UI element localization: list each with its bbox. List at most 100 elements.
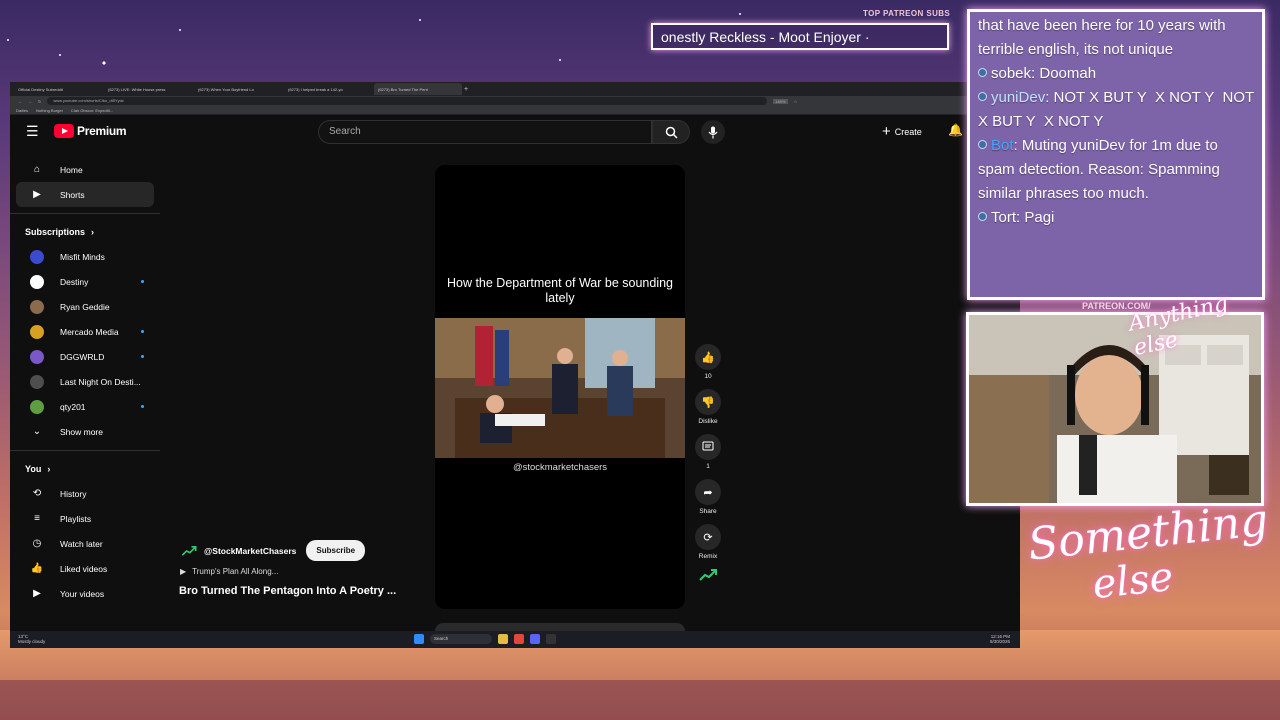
sidebar-item-watch-later[interactable]: ◷ Watch later xyxy=(16,531,154,556)
youtube-logo[interactable]: Premium xyxy=(54,124,127,138)
channel-avatar xyxy=(30,249,44,264)
chat-text: Doomah xyxy=(1039,65,1097,82)
top-patreon-label: TOP PATREON SUBS xyxy=(863,9,951,18)
file-explorer-icon[interactable] xyxy=(498,634,508,644)
windows-taskbar: 13°C Mostly cloudy Search 12:16 PM 8/30/… xyxy=(10,631,1020,648)
subscriptions-header[interactable]: Subscriptions › xyxy=(10,220,160,244)
browser-tab[interactable]: (6273) I helped break a 142-yo xyxy=(284,83,372,95)
share-icon: ➦ xyxy=(703,486,713,499)
search-button[interactable] xyxy=(652,120,690,144)
chat-message: sobek: Doomah xyxy=(978,62,1254,86)
system-clock[interactable]: 12:16 PM 8/30/2026 xyxy=(990,634,1010,644)
back-icon[interactable]: ← xyxy=(18,99,22,104)
browser-window: Official Destiny Subreddit (6273) LIVE: … xyxy=(10,82,1020,648)
discord-icon[interactable] xyxy=(530,634,540,644)
chat-text: that have been here for 10 years with te… xyxy=(978,17,1226,58)
sidebar-subscription-item[interactable]: Last Night On Desti... xyxy=(16,369,154,394)
chat-message: yuniDev: NOT X BUT Y X NOT Y NOT X BUT Y… xyxy=(978,89,1254,130)
url-field[interactable]: www.youtube.com/shorts/Cibo_dt5Yydc xyxy=(47,97,768,105)
youtube-header: ☰ Premium Search + Create 🔔 xyxy=(10,115,1020,155)
bookmark-item[interactable]: Dailies xyxy=(16,108,28,113)
sidebar-subscription-item[interactable]: Ryan Geddie xyxy=(16,294,154,319)
like-action[interactable]: 👍 10 xyxy=(693,344,723,380)
comments-action[interactable]: 1 xyxy=(693,434,723,470)
channel-info: @StockMarketChasers Subscribe xyxy=(180,540,366,561)
playlists-icon: ≡ xyxy=(34,513,40,524)
browser-tab-active[interactable]: (6273) Bro Turned The Pent xyxy=(374,83,462,95)
comments-button[interactable] xyxy=(695,434,721,460)
channel-name[interactable]: @StockMarketChasers xyxy=(204,546,296,556)
video-frame-image xyxy=(435,318,685,458)
sidebar-item-label: Ryan Geddie xyxy=(60,301,110,312)
sidebar-subscription-item[interactable]: qty201 xyxy=(16,394,154,419)
share-button[interactable]: ➦ xyxy=(695,479,721,505)
browser-tab[interactable]: Official Destiny Subreddit xyxy=(14,83,102,95)
share-label: Share xyxy=(699,508,717,515)
create-button[interactable]: + Create xyxy=(882,123,922,140)
windows-start-icon[interactable] xyxy=(414,634,424,644)
remix-label: Remix xyxy=(698,553,718,560)
chat-message: Tort: Pagi xyxy=(978,206,1254,230)
channel-avatar xyxy=(30,274,44,289)
channel-sound-action[interactable] xyxy=(693,569,723,581)
youtube-play-icon xyxy=(54,124,74,138)
sidebar-item-your-videos[interactable]: ▶ Your videos xyxy=(16,581,154,606)
menu-icon[interactable]: ☰ xyxy=(26,123,42,139)
thumbs-down-icon: 👎 xyxy=(701,396,715,409)
reload-icon[interactable]: ↻ xyxy=(38,99,41,104)
channel-avatar[interactable] xyxy=(180,541,198,560)
new-content-dot xyxy=(141,280,144,283)
remix-action[interactable]: ⟳ Remix xyxy=(693,524,723,560)
sidebar-subscription-item[interactable]: Mercado Media xyxy=(16,319,154,344)
remix-icon: ⟳ xyxy=(703,531,713,544)
star-icon[interactable]: ☆ xyxy=(794,99,798,104)
chat-badge-icon xyxy=(978,212,987,221)
clock-date: 8/30/2026 xyxy=(989,639,1010,644)
sidebar-item-playlists[interactable]: ≡ Playlists xyxy=(16,506,154,531)
taskbar-search[interactable]: Search xyxy=(430,634,492,644)
new-content-dot xyxy=(141,355,144,358)
zoom-level[interactable]: 160% xyxy=(773,98,788,104)
new-content-dot xyxy=(141,330,144,333)
browser-tab[interactable]: (6273) LIVE: White House press xyxy=(104,83,192,95)
sidebar-subscription-item[interactable]: DGGWRLD xyxy=(16,344,154,369)
music-info[interactable]: ▶ Trump's Plan All Along... xyxy=(180,567,278,576)
sidebar-subscription-item[interactable]: Destiny xyxy=(16,269,154,294)
search-input[interactable]: Search xyxy=(318,120,652,144)
show-more-button[interactable]: ⌄ Show more xyxy=(16,419,154,444)
dislike-button[interactable]: 👎 xyxy=(695,389,721,415)
history-icon: ⟲ xyxy=(32,488,42,499)
weather-widget[interactable]: 13°C Mostly cloudy xyxy=(18,634,45,644)
you-header[interactable]: You › xyxy=(10,457,160,481)
bookmark-item[interactable]: Nothing Burger xyxy=(36,108,63,113)
comment-count: 1 xyxy=(706,463,710,470)
notifications-bell-icon[interactable]: 🔔 xyxy=(948,123,963,137)
sidebar-subscription-item[interactable]: Misfit Minds xyxy=(16,244,154,269)
sidebar: ⌂ Home ▶ Shorts Subscriptions › Misfit Mi… xyxy=(10,157,160,606)
voice-search-button[interactable] xyxy=(701,120,725,144)
sidebar-item-history[interactable]: ⟲ History xyxy=(16,481,154,506)
sidebar-item-home[interactable]: ⌂ Home xyxy=(16,157,154,182)
subscribe-button[interactable]: Subscribe xyxy=(306,540,366,561)
share-action[interactable]: ➦ Share xyxy=(693,479,723,515)
new-tab-icon[interactable]: + xyxy=(464,86,468,93)
browser-icon[interactable] xyxy=(514,634,524,644)
remix-button[interactable]: ⟳ xyxy=(695,524,721,550)
sidebar-item-label: Misfit Minds xyxy=(60,251,105,262)
weather-condition: Mostly cloudy xyxy=(18,639,46,644)
bookmark-item[interactable]: Clair Obscur: Expediti... xyxy=(71,108,113,113)
like-button[interactable]: 👍 xyxy=(695,344,721,370)
sidebar-item-liked-videos[interactable]: 👍 Liked videos xyxy=(16,556,154,581)
short-title[interactable]: Bro Turned The Pentagon Into A Poetry ..… xyxy=(179,585,396,597)
sidebar-item-label: History xyxy=(60,488,87,499)
obs-icon[interactable] xyxy=(546,634,556,644)
sidebar-item-shorts[interactable]: ▶ Shorts xyxy=(16,182,154,207)
browser-tab[interactable]: (6273) When Your Boyfriend Lo xyxy=(194,83,282,95)
chat-username: yuniDev xyxy=(991,89,1046,106)
dislike-action[interactable]: 👎 Dislike xyxy=(693,389,723,425)
chevron-right-icon: › xyxy=(47,464,51,474)
channel-avatar xyxy=(30,399,44,414)
forward-icon[interactable]: → xyxy=(28,99,32,104)
short-video-player[interactable]: How the Department of War be sounding la… xyxy=(435,165,685,609)
top-patreon-box: onestly Reckless - Moot Enjoyer · xyxy=(651,23,949,50)
